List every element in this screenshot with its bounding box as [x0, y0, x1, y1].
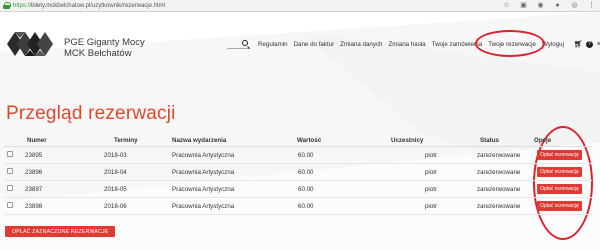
pay-selected-reservations-button[interactable]: OPŁAĆ ZAZNACZONE REZERWACJE — [5, 226, 116, 237]
header-terminy: Terminy — [114, 137, 138, 144]
nav-item-dane-do-faktur[interactable]: Dane do faktur — [294, 41, 335, 48]
cell-wartosc: 60.00 — [298, 185, 314, 193]
row-checkbox[interactable] — [7, 168, 13, 174]
browser-toolbar: ☆ ▣ ◉ ● ◎ ⋮ — [502, 1, 596, 11]
browser-address-bar[interactable]: https://bilety.mckbelchatow.pl/uzytkowni… — [0, 0, 600, 12]
pay-reservation-button[interactable]: Opłać rezerwację — [537, 150, 582, 160]
pay-reservation-button[interactable]: Opłać rezerwację — [537, 167, 582, 177]
row-select-cell — [4, 151, 17, 159]
reservations-table: Numer Terminy Nazwa wydarzenia Wartość U… — [4, 135, 592, 215]
cell-nazwa: Pracownia Artystyczna — [172, 202, 235, 210]
header-status: Status — [480, 137, 499, 144]
brand-line-2: MCK Bełchatów — [64, 48, 132, 59]
help-icon[interactable]: ? — [585, 40, 593, 48]
header-opcje: Opcje — [534, 137, 552, 144]
cell-status: zarezerwowane — [477, 168, 521, 176]
star-icon[interactable]: ☆ — [502, 1, 511, 11]
menu-icon[interactable]: ⋮ — [587, 1, 596, 11]
header-numer: Numer — [27, 137, 47, 144]
cell-numer: 23898 — [25, 202, 43, 210]
cell-termin: 2018-05 — [104, 185, 127, 193]
cell-termin: 2018-03 — [104, 151, 127, 159]
cell-numer: 23896 — [25, 168, 43, 176]
cell-uczestnicy: piotr — [424, 151, 437, 159]
cart-icon[interactable]: 🛒︎ — [574, 40, 583, 48]
url-protocol: https:// — [13, 2, 32, 9]
mck-logo[interactable] — [7, 28, 55, 60]
pay-reservation-button[interactable]: Opłać rezerwację — [537, 201, 582, 211]
nav-item-regulamin[interactable]: Regulamin — [258, 41, 288, 48]
cell-nazwa: Pracownia Artystyczna — [172, 151, 235, 159]
header-uczestnicy: Uczestnicy — [391, 137, 424, 144]
extension-icon[interactable]: ▣ — [519, 1, 528, 11]
table-row: 23895 2018-03 Pracownia Artystyczna 60.0… — [4, 147, 592, 164]
cell-status: zarezerwowane — [477, 151, 521, 159]
brand-name: PGE Giganty Mocy MCK Bełchatów — [64, 37, 145, 59]
search-icon[interactable] — [242, 40, 248, 46]
cell-uczestnicy: piotr — [424, 202, 437, 210]
page-title: Przegląd rezerwacji — [6, 103, 176, 124]
extension-icon-2[interactable]: ◉ — [536, 1, 545, 11]
pay-reservation-button[interactable]: Opłać rezerwację — [537, 184, 582, 194]
cell-opcje: Opłać rezerwację — [527, 201, 592, 211]
header-wartosc: Wartość — [297, 137, 322, 144]
cell-opcje: Opłać rezerwację — [527, 167, 592, 177]
row-checkbox[interactable] — [7, 202, 13, 208]
nav-item-wyloguj[interactable]: Wyloguj — [542, 41, 564, 48]
cell-uczestnicy: piotr — [424, 185, 437, 193]
cell-uczestnicy: piotr — [424, 168, 437, 176]
cell-status: zarezerwowane — [477, 185, 521, 193]
lock-icon — [3, 2, 11, 9]
brand-line-1: PGE Giganty Mocy — [64, 37, 145, 48]
row-checkbox[interactable] — [7, 185, 13, 191]
annotation-ellipse-nav — [475, 30, 545, 57]
cell-termin: 2018-06 — [104, 202, 127, 210]
extension-icon-4[interactable]: ◎ — [570, 1, 579, 11]
cell-numer: 23895 — [25, 151, 43, 159]
cell-opcje: Opłać rezerwację — [527, 184, 592, 194]
cell-status: zarezerwowane — [477, 202, 521, 210]
row-select-cell — [4, 202, 17, 210]
row-select-cell — [4, 168, 17, 176]
table-header: Numer Terminy Nazwa wydarzenia Wartość U… — [4, 135, 592, 147]
cell-opcje: Opłać rezerwację — [527, 150, 592, 160]
extension-icon-3[interactable]: ● — [553, 1, 562, 11]
cell-nazwa: Pracownia Artystyczna — [172, 168, 235, 176]
nav-item-zmiana-danych[interactable]: Zmiana danych — [340, 41, 382, 48]
cell-wartosc: 60.00 — [298, 168, 314, 176]
url-text[interactable]: https://bilety.mckbelchatow.pl/uzytkowni… — [13, 3, 165, 9]
cell-nazwa: Pracownia Artystyczna — [172, 185, 235, 193]
table-row: 23897 2018-05 Pracownia Artystyczna 60.0… — [4, 181, 592, 198]
search-input[interactable] — [227, 39, 249, 49]
cell-numer: 23897 — [25, 185, 43, 193]
table-row: 23898 2018-06 Pracownia Artystyczna 60.0… — [4, 198, 592, 215]
cell-wartosc: 60.00 — [298, 151, 314, 159]
cell-wartosc: 60.00 — [298, 202, 314, 210]
row-select-cell — [4, 185, 17, 193]
table-row: 23896 2018-04 Pracownia Artystyczna 60.0… — [4, 164, 592, 181]
cell-termin: 2018-04 — [104, 168, 127, 176]
nav-item-zmiana-hasla[interactable]: Zmiana hasła — [388, 41, 425, 48]
url-path: bilety.mckbelchatow.pl/uzytkownik/rezerw… — [31, 2, 165, 9]
row-checkbox[interactable] — [7, 151, 13, 157]
header-nazwa: Nazwa wydarzenia — [172, 137, 227, 144]
